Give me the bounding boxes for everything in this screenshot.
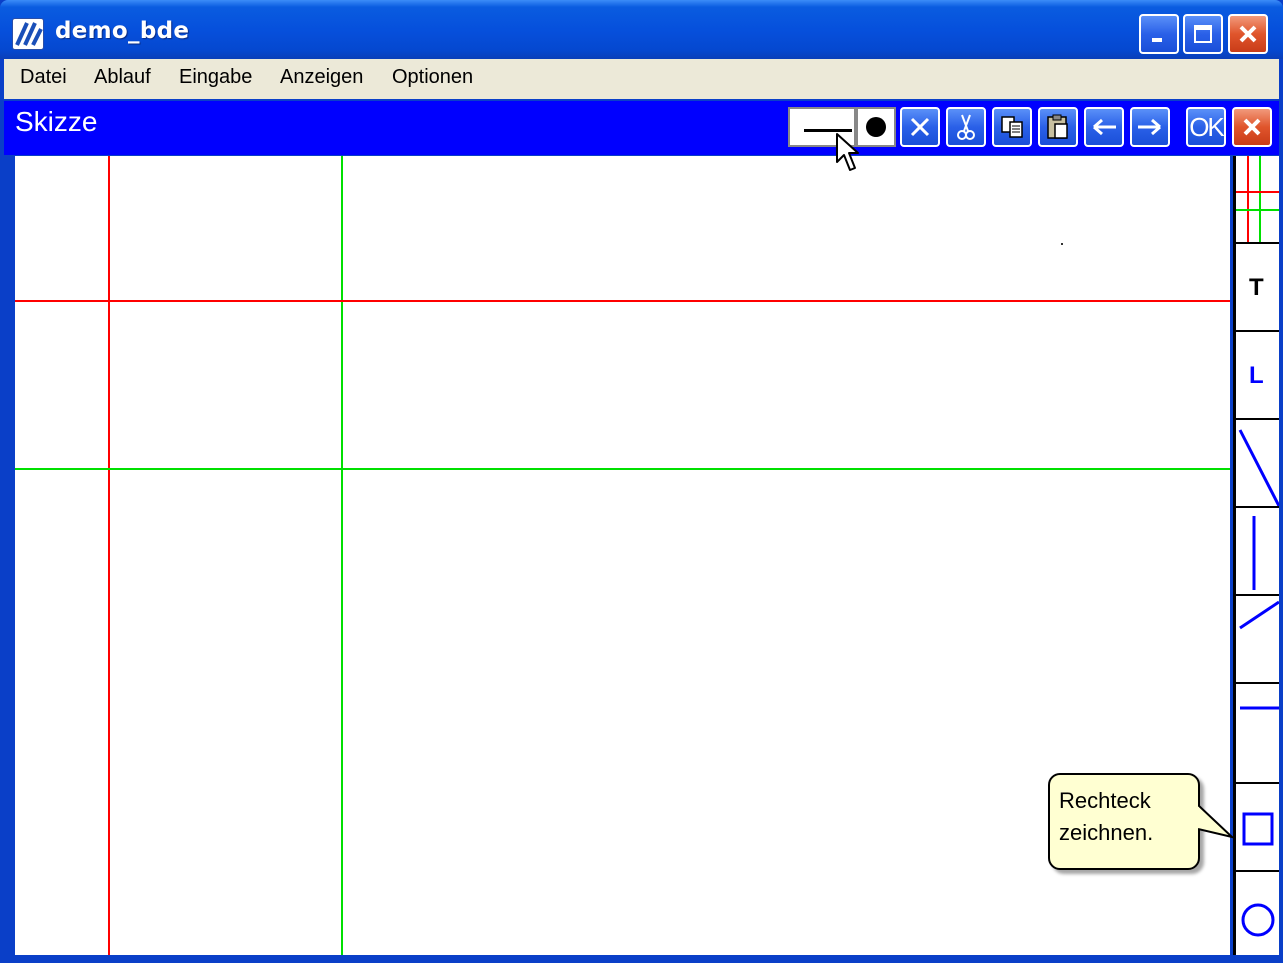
forward-button[interactable] [1130, 107, 1170, 147]
vertical-line-icon [1252, 516, 1256, 590]
x-icon [910, 117, 930, 137]
ok-label: OK [1189, 111, 1225, 142]
horizontal-line-icon [1240, 706, 1279, 710]
delete-button[interactable] [900, 107, 940, 147]
back-button[interactable] [1084, 107, 1124, 147]
menu-optionen[interactable]: Optionen [392, 66, 473, 89]
minimize-button[interactable] [1139, 14, 1179, 54]
app-icon [12, 18, 44, 50]
text-tool-label: T [1249, 274, 1264, 301]
canvas-point [1061, 243, 1063, 245]
tool-label[interactable]: L [1236, 332, 1279, 420]
copy-button[interactable] [992, 107, 1032, 147]
circle-icon [1241, 903, 1275, 937]
tooltip-text: Rechteck zeichnen. [1059, 788, 1154, 845]
title-bar: demo_bde [0, 0, 1283, 59]
tool-guidelines[interactable] [1236, 156, 1279, 244]
tooltip-pointer [1198, 804, 1234, 839]
guide-line-green-horizontal [15, 468, 1230, 470]
close-icon [1243, 118, 1261, 136]
panel-title: Skizze [15, 106, 98, 137]
tool-text[interactable]: T [1236, 244, 1279, 332]
guide-line-red-horizontal [15, 300, 1230, 302]
tool-diagonal-line[interactable] [1236, 420, 1279, 508]
diagonal-line-icon [1238, 429, 1279, 506]
panel-close-button[interactable] [1232, 107, 1272, 147]
tool-vertical-line[interactable] [1236, 508, 1279, 596]
arrow-right-icon [1138, 118, 1161, 136]
guidelines-icon [1236, 156, 1279, 242]
angled-line-icon [1239, 600, 1279, 630]
cut-button[interactable] [946, 107, 986, 147]
scissors-icon [957, 114, 975, 140]
arrow-left-icon [1093, 118, 1116, 136]
menu-eingabe[interactable]: Eingabe [179, 66, 252, 89]
mouse-cursor-icon [836, 133, 859, 171]
tool-angled-line[interactable] [1236, 596, 1279, 684]
ok-button[interactable]: OK [1186, 107, 1226, 147]
clipboard-icon [1047, 114, 1068, 139]
tool-horizontal-line[interactable] [1236, 684, 1279, 784]
menu-datei[interactable]: Datei [20, 66, 67, 89]
point-size-button[interactable] [856, 107, 896, 147]
rectangle-icon [1242, 812, 1274, 846]
menu-anzeigen[interactable]: Anzeigen [280, 66, 363, 89]
close-button[interactable] [1228, 14, 1268, 54]
skizze-header: Skizze OK [4, 101, 1279, 155]
drawing-toolbox: T L [1233, 156, 1279, 955]
menu-ablauf[interactable]: Ablauf [94, 66, 151, 89]
paste-button[interactable] [1038, 107, 1078, 147]
menu-bar: Datei Ablauf Eingabe Anzeigen Optionen [4, 59, 1279, 99]
copy-icon [1001, 116, 1023, 138]
dot-icon [866, 117, 886, 137]
tooltip: Rechteck zeichnen. [1048, 773, 1200, 870]
window-title: demo_bde [55, 18, 190, 44]
tool-circle[interactable] [1236, 872, 1279, 960]
guide-line-red-vertical [108, 156, 110, 955]
line-tool-label: L [1249, 362, 1264, 389]
guide-line-green-vertical [341, 156, 343, 955]
maximize-button[interactable] [1183, 14, 1223, 54]
tool-rectangle[interactable] [1236, 784, 1279, 872]
